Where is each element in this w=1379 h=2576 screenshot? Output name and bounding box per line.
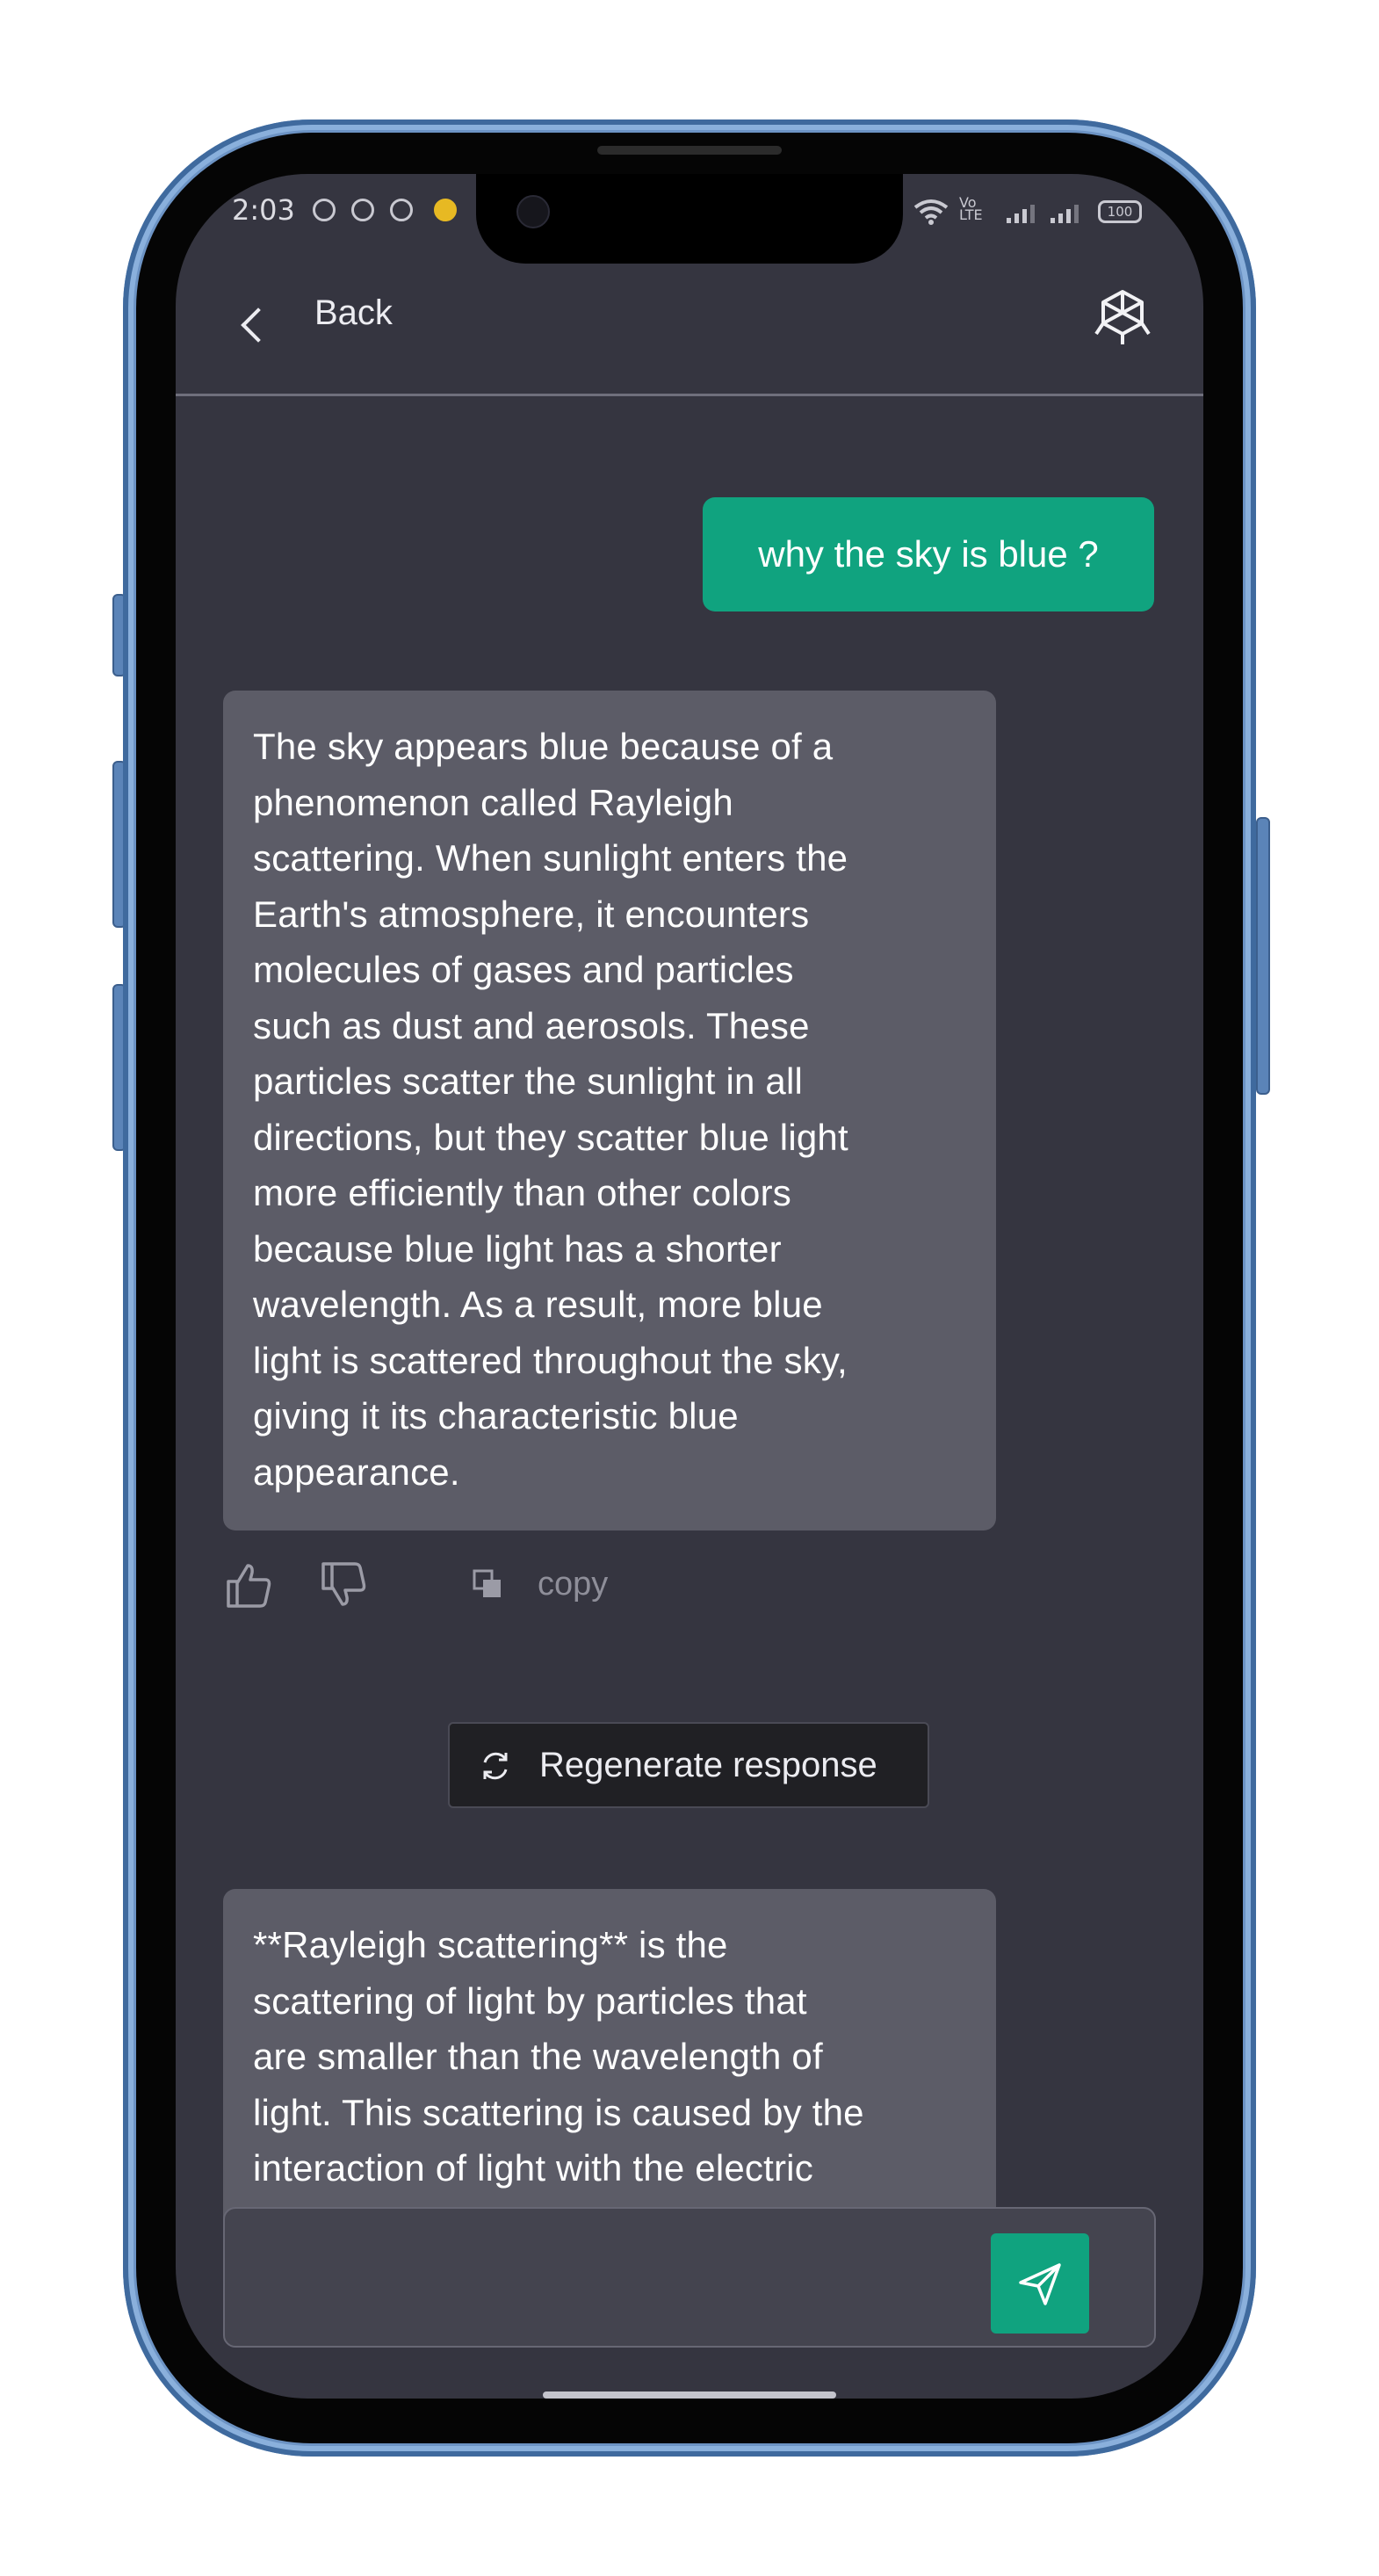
regenerate-response-button[interactable]: Regenerate response <box>448 1722 929 1808</box>
copy-icon[interactable] <box>473 1569 504 1601</box>
wifi-icon <box>913 199 949 225</box>
header-divider <box>176 394 1203 396</box>
assistant-message-bubble: The sky appears blue because of a phenom… <box>223 691 996 1530</box>
speaker-grille <box>597 146 782 155</box>
signal-2-icon <box>1050 205 1079 223</box>
chevron-left-icon <box>241 308 276 343</box>
status-time: 2:03 <box>232 193 295 227</box>
home-indicator[interactable] <box>543 2391 836 2399</box>
send-icon <box>1019 2263 1061 2305</box>
user-message-bubble: why the sky is blue ? <box>703 497 1154 611</box>
back-button[interactable]: Back <box>211 279 413 358</box>
app-screen: 2:03 Vo LTE 100 Back why the sky is blue … <box>176 174 1203 2399</box>
whatsapp-icon <box>313 199 336 221</box>
signal-1-icon <box>1007 205 1035 223</box>
power-button <box>1256 817 1270 1095</box>
refresh-icon <box>483 1752 508 1780</box>
thumbs-down-icon[interactable] <box>318 1560 367 1610</box>
battery-icon: 100 <box>1098 200 1142 223</box>
notification-dot-icon <box>434 199 457 221</box>
volte-icon: Vo LTE <box>959 194 983 223</box>
thumbs-up-icon[interactable] <box>223 1560 272 1610</box>
front-camera <box>516 195 550 228</box>
copy-button[interactable]: copy <box>538 1566 608 1603</box>
openai-logo-icon[interactable] <box>1091 286 1154 350</box>
regenerate-label: Regenerate response <box>539 1746 877 1784</box>
back-label: Back <box>314 293 393 332</box>
send-button[interactable] <box>991 2233 1089 2334</box>
messenger-icon <box>390 199 413 221</box>
b-app-icon <box>351 199 374 221</box>
